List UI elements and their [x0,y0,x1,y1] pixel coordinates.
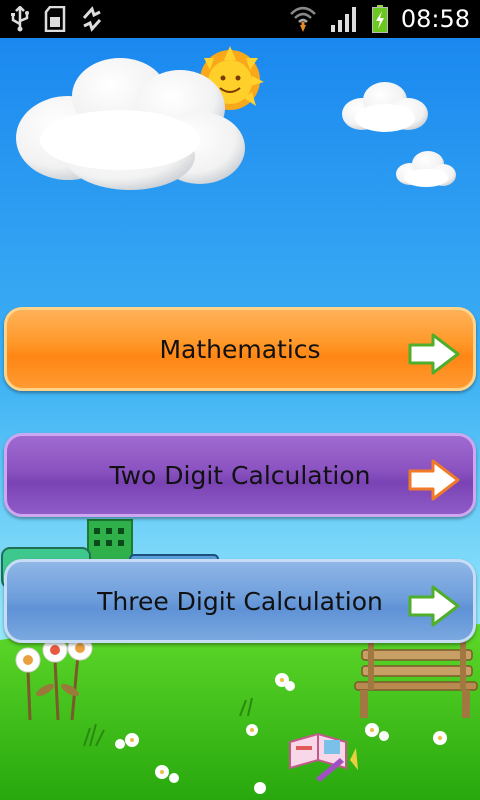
arrow-right-icon [408,459,460,501]
two-digit-calculation-label: Two Digit Calculation [109,460,371,490]
three-digit-calculation-label: Three Digit Calculation [97,586,383,616]
arrow-right-icon [408,333,460,375]
wifi-icon [289,6,316,32]
sd-card-icon [44,6,66,32]
mathematics-label: Mathematics [159,334,321,364]
mathematics-button[interactable]: Mathematics [4,307,476,391]
background-scene [0,38,480,800]
status-bar: 08:58 [0,0,480,38]
status-left-icons [10,6,104,32]
signal-icon [330,7,356,32]
usb-icon [11,6,29,32]
status-right-icons: 08:58 [289,3,470,35]
sync-icon [82,6,102,32]
arrow-right-icon [408,585,460,627]
status-time: 08:58 [400,5,470,33]
battery-charging-icon [371,5,388,33]
two-digit-calculation-button[interactable]: Two Digit Calculation [4,433,476,517]
three-digit-calculation-button[interactable]: Three Digit Calculation [4,559,476,643]
